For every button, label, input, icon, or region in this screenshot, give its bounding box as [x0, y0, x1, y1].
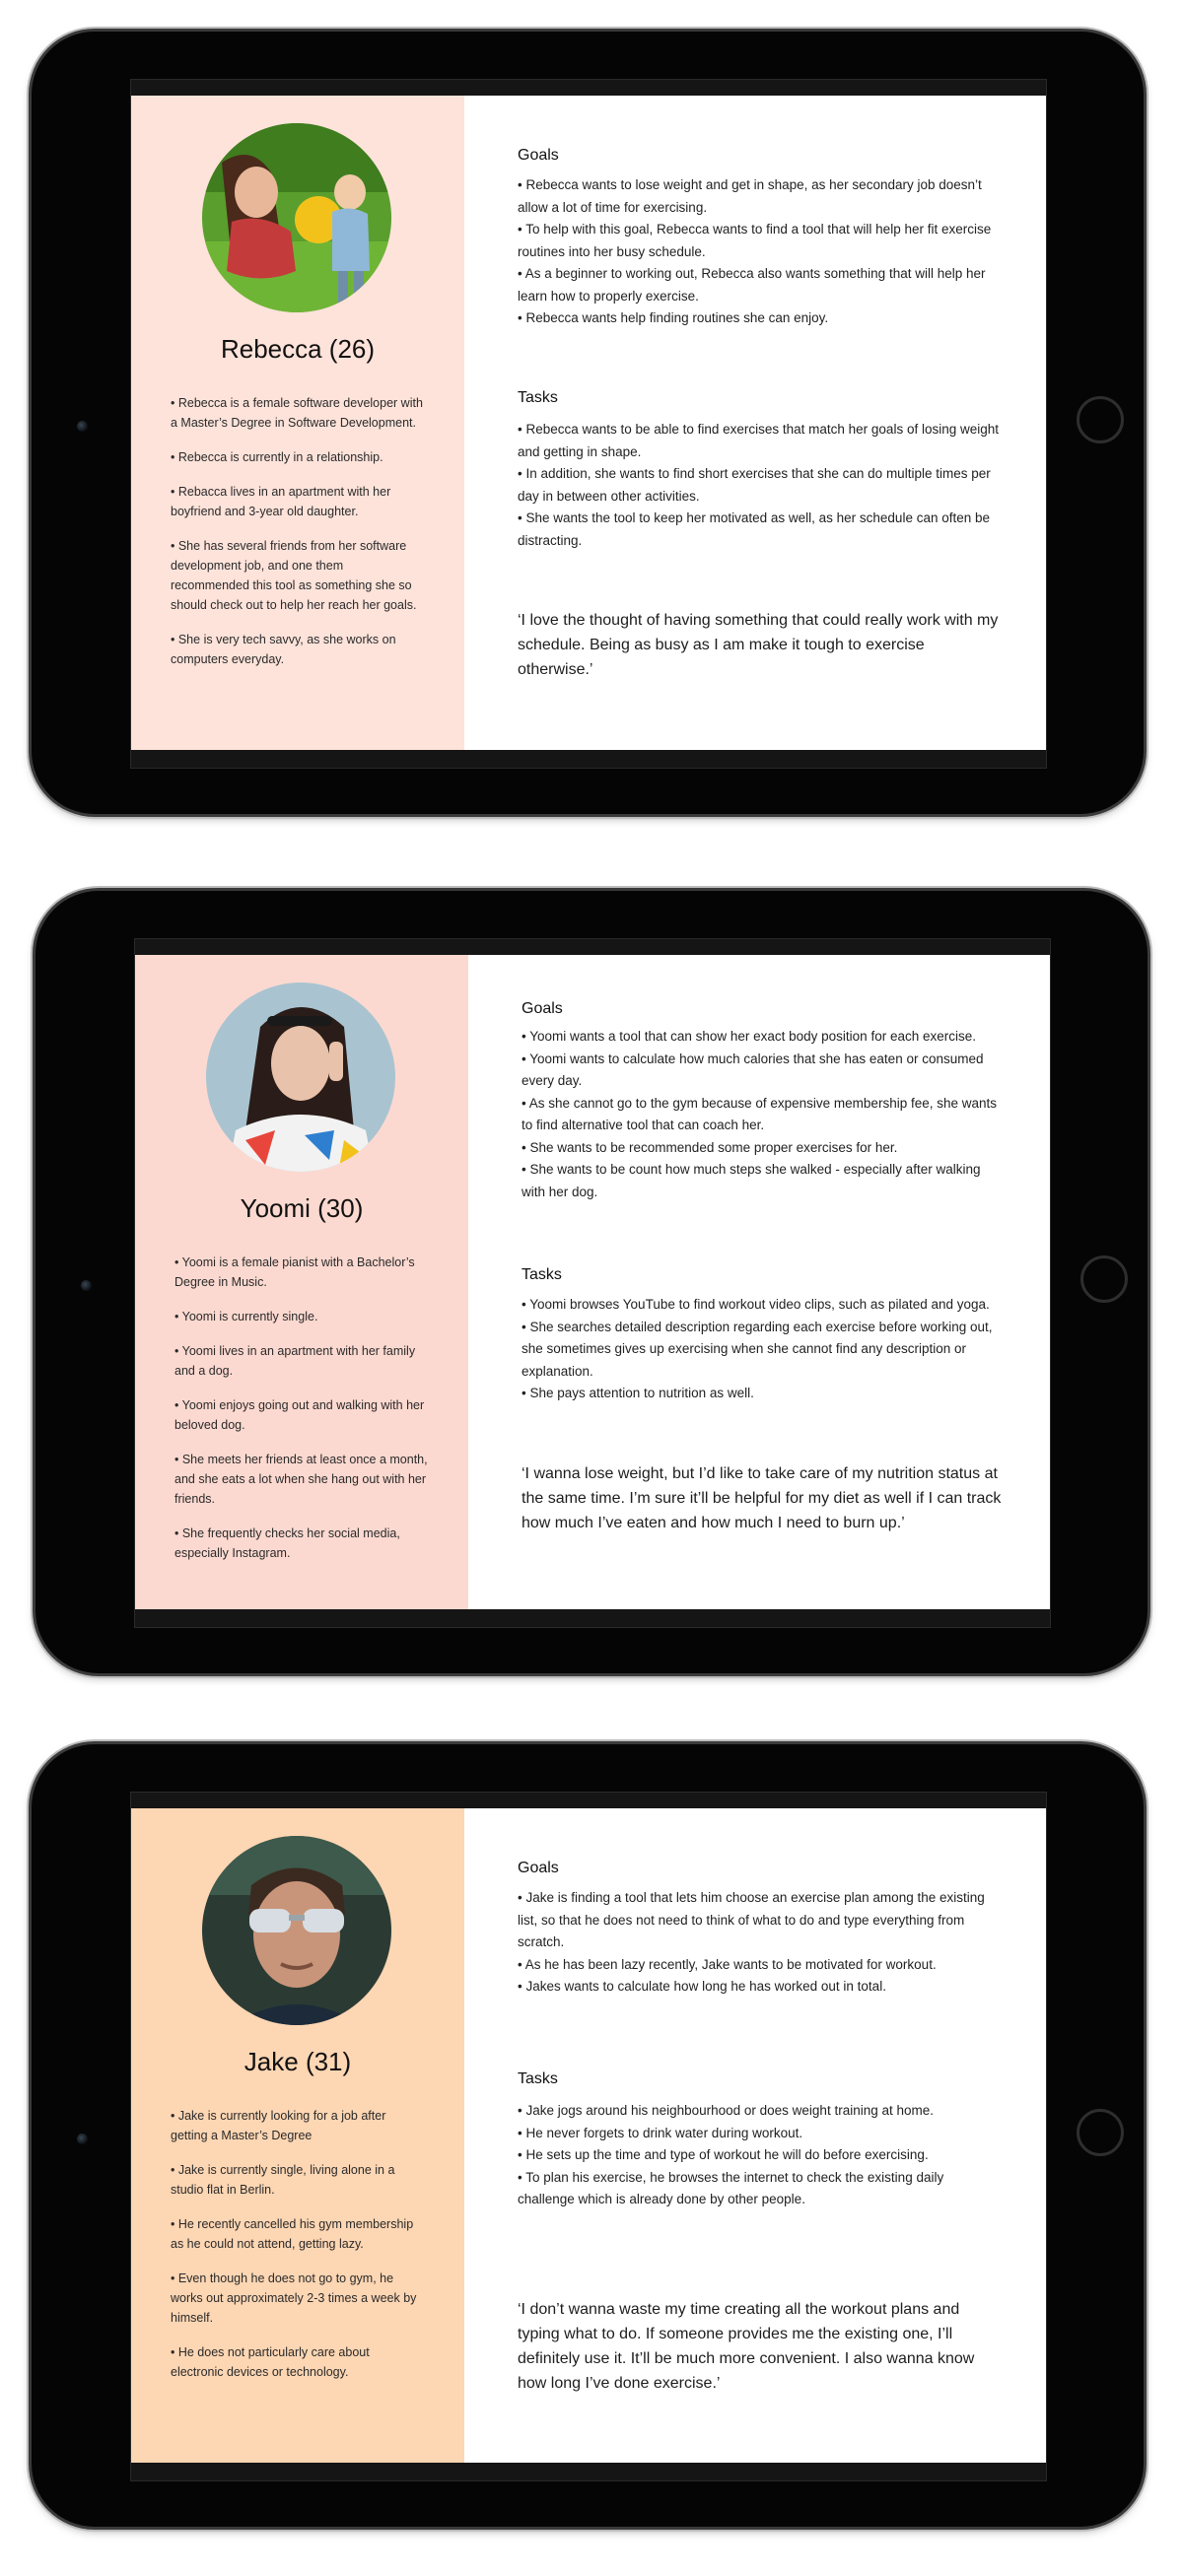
goal-item: • As he has been lazy recently, Jake wan…: [518, 1956, 937, 1972]
task-item: • She pays attention to nutrition as wel…: [522, 1386, 754, 1400]
goals-heading: Goals: [518, 1860, 559, 1876]
goal-item: • Yoomi wants to calculate how much calo…: [522, 1051, 984, 1089]
bio-list: • Rebecca is a female software developer…: [171, 393, 425, 684]
persona-quote: ‘I love the thought of having something …: [518, 612, 999, 678]
bio-item: • Jake is currently looking for a job af…: [171, 2109, 386, 2142]
goal-item: • As she cannot go to the gym because of…: [522, 1095, 998, 1133]
avatar-yoomi: [206, 983, 395, 1172]
goals-heading: Goals: [522, 1000, 563, 1017]
goals-list: • Jake is finding a tool that lets him c…: [518, 1887, 1001, 1999]
task-item: • He never forgets to drink water during…: [518, 2125, 803, 2140]
bio-item: • Yoomi is currently single.: [174, 1310, 318, 1323]
task-item: • She wants the tool to keep her motivat…: [518, 510, 991, 548]
screen-frame: Yoomi (30) • Yoomi is a female pianist w…: [134, 938, 1051, 1628]
screen-frame: Jake (31) • Jake is currently looking fo…: [130, 1792, 1047, 2481]
bio-list: • Jake is currently looking for a job af…: [171, 2106, 425, 2397]
bio-item: • Rebacca lives in an apartment with her…: [171, 485, 391, 518]
task-item: • To plan his exercise, he browses the i…: [518, 2169, 944, 2207]
task-item: • He sets up the time and type of workou…: [518, 2147, 929, 2162]
avatar-photo-rebecca: [202, 123, 391, 312]
bio-item: • Even though he does not go to gym, he …: [171, 2271, 417, 2325]
screen-frame: Rebecca (26) • Rebecca is a female softw…: [130, 79, 1047, 769]
persona-name: Jake (31): [244, 2047, 352, 2076]
bio-item: • She is very tech savvy, as she works o…: [171, 633, 396, 666]
persona-name: Rebecca (26): [220, 334, 376, 364]
bio-item: • Rebecca is currently in a relationship…: [171, 450, 383, 464]
goals-list: • Yoomi wants a tool that can show her e…: [522, 1026, 1005, 1203]
goal-item: • As a beginner to working out, Rebecca …: [518, 266, 986, 304]
persona-quote: ‘I don’t wanna waste my time creating al…: [518, 2301, 975, 2392]
bio-item: • He recently cancelled his gym membersh…: [171, 2217, 414, 2251]
goal-item: • She wants to be count how much steps s…: [522, 1162, 981, 1199]
bio-item: • Yoomi is a female pianist with a Bache…: [174, 1255, 415, 1289]
task-item: • She searches detailed description rega…: [522, 1319, 993, 1379]
persona-card-rebecca: Rebecca (26) • Rebecca is a female softw…: [131, 96, 1046, 750]
tablet-jake: Jake (31) • Jake is currently looking fo…: [32, 1744, 1144, 2527]
tasks-heading: Tasks: [518, 2070, 558, 2087]
avatar-photo-jake: [202, 1836, 391, 2025]
bio-item: • He does not particularly care about el…: [171, 2345, 370, 2379]
tasks-heading: Tasks: [518, 389, 558, 406]
profile-panel: Jake (31) • Jake is currently looking fo…: [131, 1808, 464, 2463]
goal-item: • Rebecca wants help finding routines sh…: [518, 310, 829, 325]
avatar-rebecca: [202, 123, 391, 312]
avatar-jake: [202, 1836, 391, 2025]
goal-item: • She wants to be recommended some prope…: [522, 1139, 898, 1155]
avatar-photo-yoomi: [206, 983, 395, 1172]
task-item: • Jake jogs around his neighbourhood or …: [518, 2103, 935, 2118]
tasks-list: • Yoomi browses YouTube to find workout …: [522, 1294, 1005, 1405]
goal-item: • Yoomi wants a tool that can show her e…: [522, 1029, 976, 1044]
goals-heading: Goals: [518, 147, 559, 164]
home-button[interactable]: [1080, 1255, 1128, 1303]
bio-list: • Yoomi is a female pianist with a Bache…: [174, 1253, 429, 1578]
tablet-yoomi: Yoomi (30) • Yoomi is a female pianist w…: [35, 891, 1148, 1673]
tasks-heading: Tasks: [522, 1266, 562, 1283]
tasks-list: • Jake jogs around his neighbourhood or …: [518, 2100, 1001, 2211]
persona-card-yoomi: Yoomi (30) • Yoomi is a female pianist w…: [135, 955, 1050, 1609]
profile-panel: Yoomi (30) • Yoomi is a female pianist w…: [135, 955, 468, 1609]
task-item: • Yoomi browses YouTube to find workout …: [522, 1297, 990, 1312]
goal-item: • To help with this goal, Rebecca wants …: [518, 222, 992, 259]
bio-item: • Yoomi enjoys going out and walking wit…: [174, 1398, 425, 1432]
bio-item: • Rebecca is a female software developer…: [171, 396, 423, 430]
tasks-list: • Rebecca wants to be able to find exerc…: [518, 419, 1001, 552]
camera-lens-icon: [77, 2134, 88, 2144]
persona-quote: ‘I wanna lose weight, but I’d like to ta…: [522, 1465, 1002, 1531]
task-item: • Rebecca wants to be able to find exerc…: [518, 422, 999, 459]
goal-item: • Jake is finding a tool that lets him c…: [518, 1890, 985, 1949]
bio-item: • Jake is currently single, living alone…: [171, 2163, 395, 2197]
bio-item: • Yoomi lives in an apartment with her f…: [174, 1344, 416, 1378]
home-button[interactable]: [1077, 396, 1124, 443]
task-item: • In addition, she wants to find short e…: [518, 466, 991, 504]
tablet-rebecca: Rebecca (26) • Rebecca is a female softw…: [32, 32, 1144, 814]
persona-name: Yoomi (30): [240, 1193, 364, 1223]
camera-lens-icon: [81, 1280, 92, 1291]
goal-item: • Rebecca wants to lose weight and get i…: [518, 177, 982, 215]
home-button[interactable]: [1077, 2109, 1124, 2156]
goals-list: • Rebecca wants to lose weight and get i…: [518, 174, 1001, 330]
profile-panel: Rebecca (26) • Rebecca is a female softw…: [131, 96, 464, 750]
camera-lens-icon: [77, 421, 88, 432]
bio-item: • She has several friends from her softw…: [171, 539, 417, 612]
bio-item: • She frequently checks her social media…: [174, 1526, 400, 1560]
bio-item: • She meets her friends at least once a …: [174, 1453, 428, 1506]
persona-card-jake: Jake (31) • Jake is currently looking fo…: [131, 1808, 1046, 2463]
goal-item: • Jakes wants to calculate how long he h…: [518, 1979, 886, 1994]
